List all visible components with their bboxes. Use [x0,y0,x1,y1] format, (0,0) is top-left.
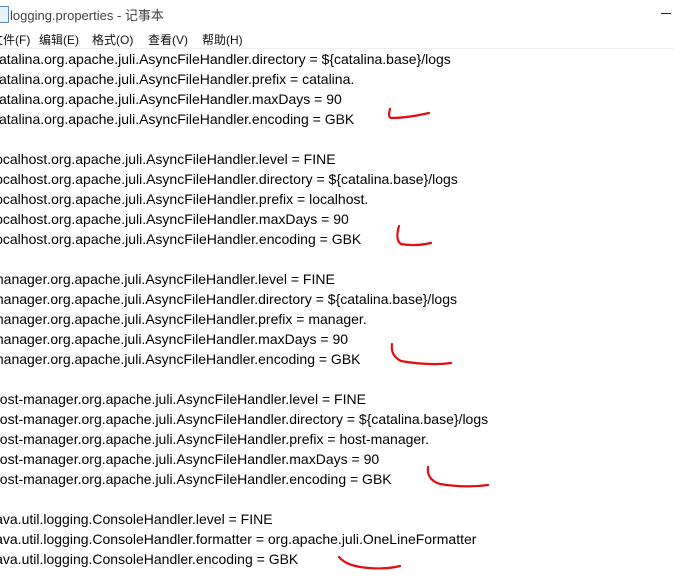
editor-line: catalina.org.apache.juli.AsyncFileHandle… [0,111,355,127]
menu-edit[interactable]: 编辑(E) [39,31,79,48]
editor-line: catalina.org.apache.juli.AsyncFileHandle… [0,71,355,87]
editor-line: host-manager.org.apache.juli.AsyncFileHa… [0,471,392,487]
minimize-button[interactable] [650,0,674,28]
menu-format[interactable]: 格式(O) [92,31,133,48]
editor-line: java.util.logging.ConsoleHandler.encodin… [0,551,299,567]
editor-line: catalina.org.apache.juli.AsyncFileHandle… [0,51,451,67]
editor-line: host-manager.org.apache.juli.AsyncFileHa… [0,391,366,407]
editor-line: host-manager.org.apache.juli.AsyncFileHa… [0,451,380,467]
editor-line: manager.org.apache.juli.AsyncFileHandler… [0,351,361,367]
editor-line: manager.org.apache.juli.AsyncFileHandler… [0,311,367,327]
editor-line: host-manager.org.apache.juli.AsyncFileHa… [0,431,429,447]
menu-view[interactable]: 查看(V) [148,31,188,48]
editor-line: localhost.org.apache.juli.AsyncFileHandl… [0,191,369,207]
menu-bar: 文件(F) 编辑(E) 格式(O) 查看(V) 帮助(H) [0,28,674,49]
editor-line: localhost.org.apache.juli.AsyncFileHandl… [0,151,336,167]
notepad-icon [0,6,9,23]
editor-line: host-manager.org.apache.juli.AsyncFileHa… [0,411,489,427]
editor-line: java.util.logging.ConsoleHandler.formatt… [0,531,477,547]
editor-line: localhost.org.apache.juli.AsyncFileHandl… [0,171,458,187]
title-bar: logging.properties - 记事本 [0,0,674,28]
editor-line: manager.org.apache.juli.AsyncFileHandler… [0,291,458,307]
editor-line: java.util.logging.ConsoleHandler.level =… [0,511,273,527]
minimize-icon [661,13,671,14]
text-editor[interactable]: catalina.org.apache.juli.AsyncFileHandle… [0,49,674,581]
editor-line: manager.org.apache.juli.AsyncFileHandler… [0,271,335,287]
editor-line: localhost.org.apache.juli.AsyncFileHandl… [0,231,362,247]
editor-line: manager.org.apache.juli.AsyncFileHandler… [0,331,349,347]
window-title: logging.properties - 记事本 [10,8,164,23]
editor-line: catalina.org.apache.juli.AsyncFileHandle… [0,91,342,107]
menu-help[interactable]: 帮助(H) [202,31,243,48]
editor-line: localhost.org.apache.juli.AsyncFileHandl… [0,211,349,227]
menu-file[interactable]: 文件(F) [0,31,30,48]
